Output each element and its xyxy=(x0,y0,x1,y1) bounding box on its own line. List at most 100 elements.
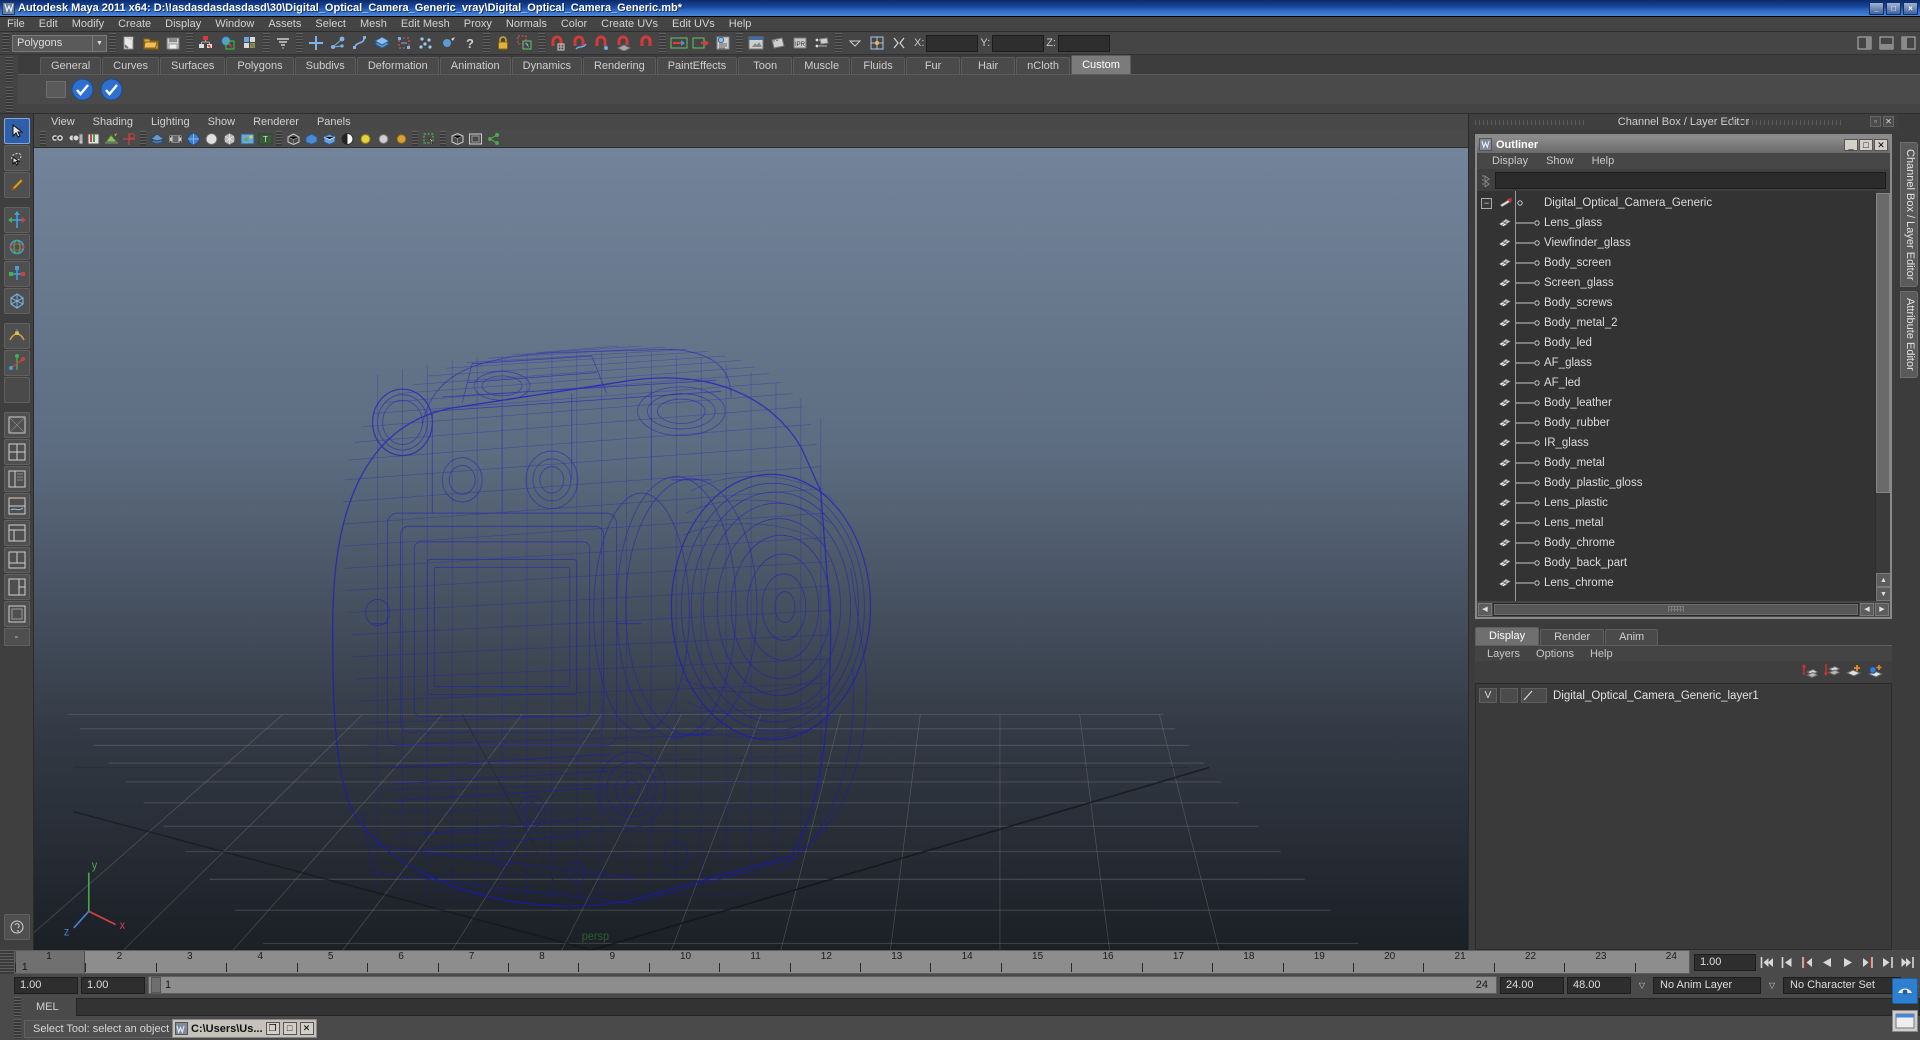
scale-tool-button[interactable] xyxy=(3,261,30,287)
grid-toggle-icon[interactable] xyxy=(148,130,166,147)
lasso-tool-button[interactable] xyxy=(3,145,30,171)
render-current-frame-icon[interactable] xyxy=(767,33,789,54)
isolate-select-icon[interactable] xyxy=(420,130,438,147)
y-input[interactable] xyxy=(992,34,1045,52)
outliner-item[interactable]: Body_screws xyxy=(1477,293,1875,313)
z-input[interactable] xyxy=(1057,34,1110,52)
panel-close-button[interactable]: ✕ xyxy=(1883,116,1894,127)
show-channel-box-icon[interactable] xyxy=(1854,33,1876,54)
smooth-shade-icon[interactable] xyxy=(202,130,220,147)
last-tool-used-button[interactable] xyxy=(3,377,30,403)
camera-attributes-icon[interactable] xyxy=(66,130,84,147)
maximize-button[interactable]: □ xyxy=(1886,1,1901,15)
outliner-item[interactable]: Body_back_part xyxy=(1477,553,1875,573)
outliner-item[interactable]: Screen_glass xyxy=(1477,273,1875,293)
snap-to-point-icon[interactable] xyxy=(591,33,613,54)
viewport-menu-shading[interactable]: Shading xyxy=(84,116,142,128)
select-by-component-type-button[interactable] xyxy=(239,33,261,54)
chevron-down-icon[interactable]: ▼ xyxy=(92,34,107,52)
menu-item-mesh[interactable]: Mesh xyxy=(353,17,394,32)
go-to-start-icon[interactable] xyxy=(1759,954,1776,971)
shelf-tab-rendering[interactable]: Rendering xyxy=(582,57,656,74)
play-backwards-icon[interactable] xyxy=(1819,954,1836,971)
outliner-item[interactable]: Body_plastic_gloss xyxy=(1477,473,1875,493)
menu-item-normals[interactable]: Normals xyxy=(499,17,554,32)
checkered-shading-icon[interactable] xyxy=(338,130,356,147)
select-tool-button[interactable] xyxy=(3,118,30,144)
outliner-item[interactable]: IR_glass xyxy=(1477,433,1875,453)
outliner-minimize-button[interactable]: _ xyxy=(1844,138,1858,151)
new-layer-from-selected-icon[interactable] xyxy=(1867,663,1884,682)
view-nested-icon[interactable] xyxy=(466,130,484,147)
outliner-item[interactable]: Body_led xyxy=(1477,333,1875,353)
shelf-tab-painteffects[interactable]: PaintEffects xyxy=(656,57,738,74)
layout-persp-outliner-button[interactable] xyxy=(3,466,30,492)
layer-menu-layers[interactable]: Layers xyxy=(1479,648,1528,660)
viewport-toolbar-grip[interactable] xyxy=(40,131,46,146)
lock-icon[interactable] xyxy=(492,33,514,54)
outliner-item[interactable]: Body_rubber xyxy=(1477,413,1875,433)
character-set-field[interactable]: No Character Set xyxy=(1783,976,1901,994)
menu-item-file[interactable]: File xyxy=(0,17,32,32)
layout-persp-hypershade-button[interactable] xyxy=(3,520,30,546)
script-language-label[interactable]: MEL xyxy=(28,1001,72,1013)
move-layer-down-icon[interactable] xyxy=(1823,663,1841,682)
shelf-tab-fur[interactable]: Fur xyxy=(906,57,961,74)
layout-custom-button[interactable] xyxy=(3,601,30,627)
command-input[interactable] xyxy=(76,998,1920,1016)
outliner-item[interactable]: Body_chrome xyxy=(1477,533,1875,553)
image-plane-icon[interactable] xyxy=(102,130,120,147)
snap-to-grid-icon[interactable] xyxy=(547,33,569,54)
menu-item-proxy[interactable]: Proxy xyxy=(457,17,499,32)
menu-item-modify[interactable]: Modify xyxy=(65,17,111,32)
view-cube-icon[interactable] xyxy=(448,130,466,147)
shelf-options-box[interactable] xyxy=(46,81,66,98)
shelf-tab-animation[interactable]: Animation xyxy=(439,57,511,74)
layer-list[interactable]: V Digital_Optical_Camera_Generic_layer1 xyxy=(1475,683,1892,950)
shelf-tab-hair[interactable]: Hair xyxy=(961,57,1016,74)
outliner-hscroll-thumb[interactable] xyxy=(1494,603,1858,615)
shelf-tab-custom[interactable]: Custom xyxy=(1071,55,1131,74)
step-forward-keyframe-icon[interactable] xyxy=(1879,954,1896,971)
3d-viewport[interactable]: y x z persp xyxy=(34,148,1468,950)
light-yellow-icon[interactable] xyxy=(356,130,374,147)
outliner-root-item[interactable]: − Digital_Optical_Camera_Generic xyxy=(1477,193,1875,213)
dynamics-mask-icon[interactable] xyxy=(415,33,437,54)
outliner-scroll-thumb[interactable] xyxy=(1876,193,1890,493)
x-input[interactable] xyxy=(926,34,979,52)
shaded-wireframe-icon[interactable] xyxy=(220,130,238,147)
minimize-button[interactable]: _ xyxy=(1869,1,1884,15)
layer-menu-help[interactable]: Help xyxy=(1582,648,1621,660)
output-connections-icon[interactable] xyxy=(690,33,712,54)
share-icon[interactable] xyxy=(484,130,502,147)
outliner-menu-show[interactable]: Show xyxy=(1537,155,1583,167)
help-assistant-icon[interactable] xyxy=(1892,978,1918,1004)
help-line-toggle-button[interactable] xyxy=(3,914,30,940)
layer-editor-tab-render[interactable]: Render xyxy=(1540,629,1605,645)
range-slider-left-handle[interactable] xyxy=(151,977,161,993)
viewport-menu-lighting[interactable]: Lighting xyxy=(142,116,199,128)
expand-collapse-icon[interactable]: − xyxy=(1481,197,1492,209)
taskbar-window-button[interactable]: C:\Users\Us... ❐ □ ✕ xyxy=(172,1019,317,1038)
input-connections-icon[interactable] xyxy=(668,33,690,54)
new-layer-icon[interactable] xyxy=(1845,663,1862,682)
new-scene-button[interactable] xyxy=(118,33,140,54)
xray-active-components-icon[interactable] xyxy=(320,130,338,147)
anim-layer-chevron-icon[interactable]: ▽ xyxy=(1634,977,1650,994)
outliner-item[interactable]: Lens_glass xyxy=(1477,213,1875,233)
menu-item-select[interactable]: Select xyxy=(308,17,353,32)
outliner-item[interactable]: AF_led xyxy=(1477,373,1875,393)
shelf-tab-general[interactable]: General xyxy=(40,57,102,74)
scroll-up-icon[interactable]: ▲ xyxy=(1876,573,1890,587)
shelf-tab-muscle[interactable]: Muscle xyxy=(793,57,851,74)
universal-manipulator-button[interactable] xyxy=(3,288,30,314)
taskbar-close-button[interactable]: ✕ xyxy=(299,1022,314,1035)
show-manipulator-tool-button[interactable] xyxy=(3,350,30,376)
scroll-down-icon[interactable]: ▼ xyxy=(1876,587,1890,601)
outliner-search-input[interactable] xyxy=(1495,171,1886,189)
outliner-close-button[interactable]: ✕ xyxy=(1874,138,1888,151)
command-line-grip[interactable] xyxy=(14,997,21,1017)
outliner-item[interactable]: AF_glass xyxy=(1477,353,1875,373)
menu-item-color[interactable]: Color xyxy=(554,17,594,32)
menu-item-window[interactable]: Window xyxy=(208,17,261,32)
